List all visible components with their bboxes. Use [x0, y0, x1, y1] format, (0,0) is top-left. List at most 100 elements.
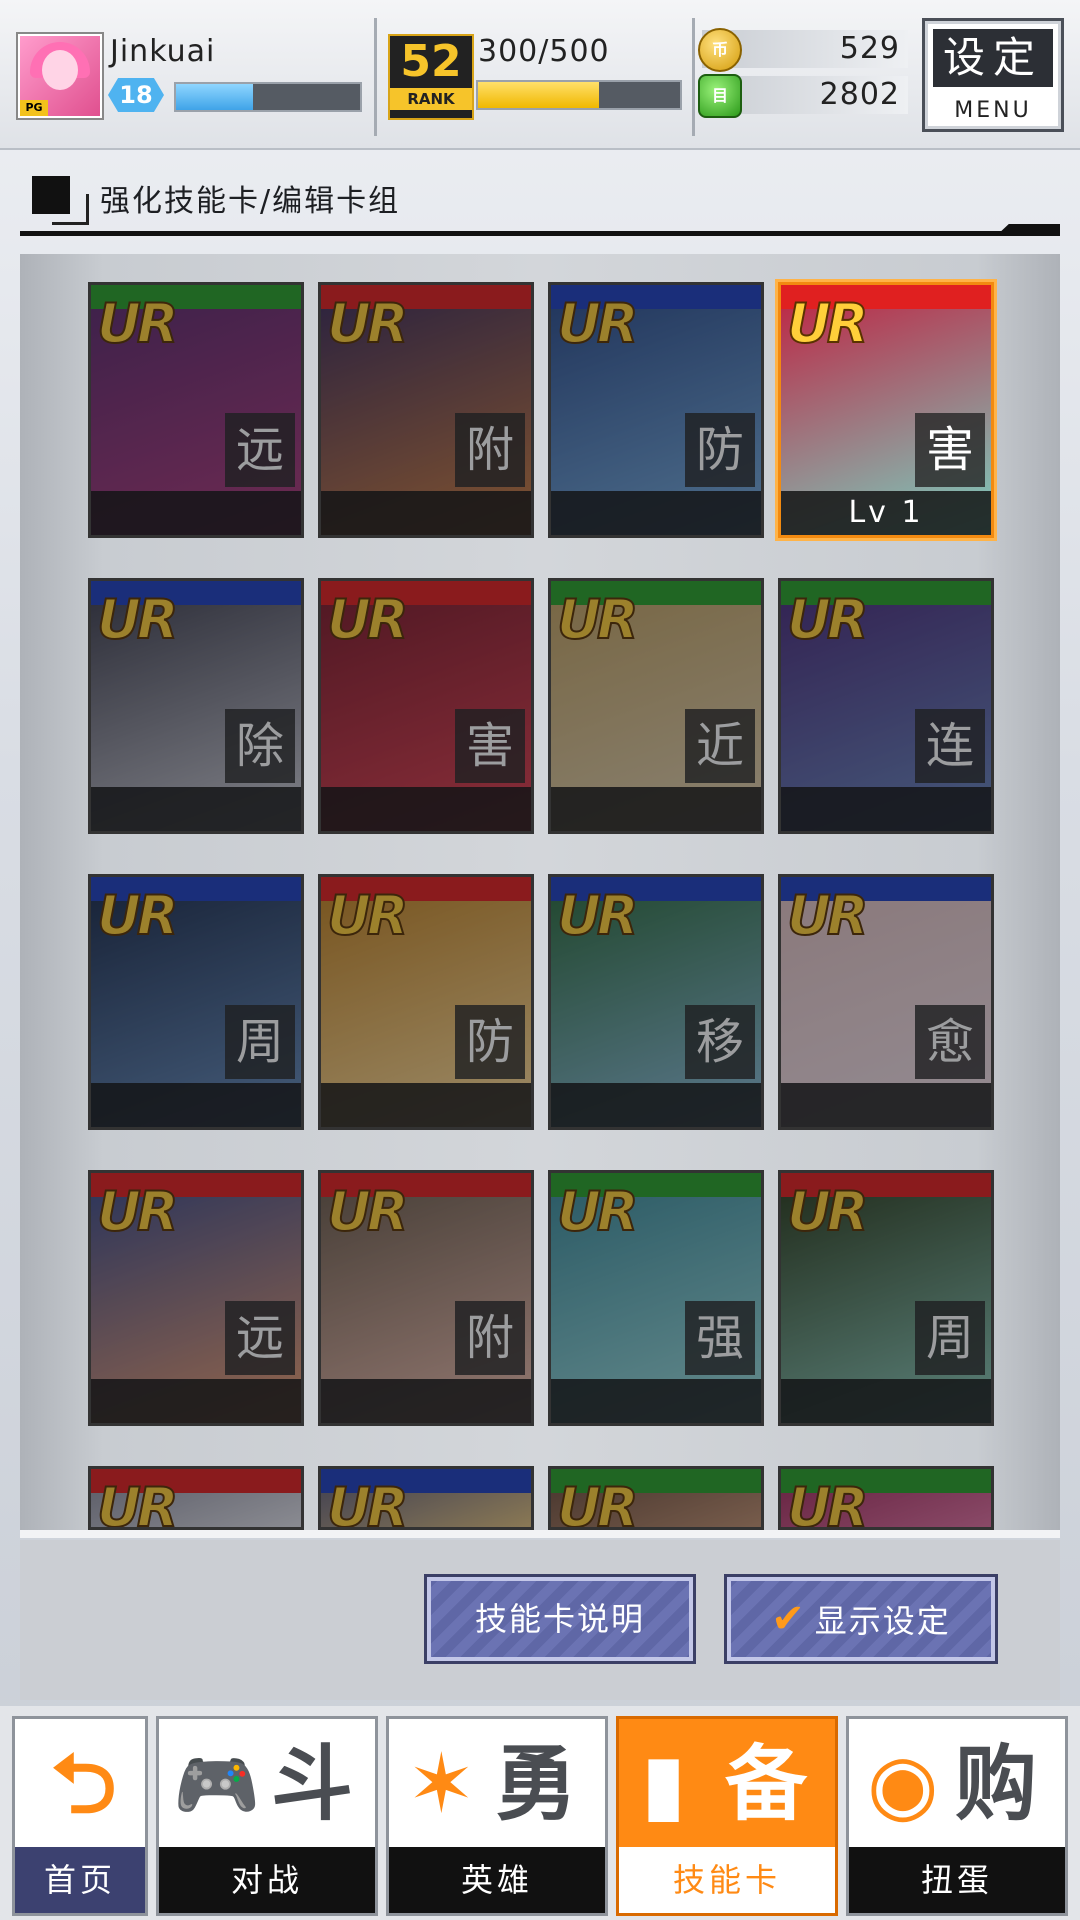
- coin-icon: 币: [698, 28, 742, 72]
- nav-gacha[interactable]: ◉ 购 扭蛋: [846, 1716, 1068, 1916]
- rank-word: RANK: [390, 88, 472, 110]
- menu-label-cn: 设定: [933, 29, 1053, 87]
- check-icon: ✔: [771, 1596, 807, 1642]
- card-dim-overlay: [321, 1469, 531, 1527]
- card-dim-overlay: [91, 1469, 301, 1527]
- gem-counter: 目 2802: [698, 74, 908, 118]
- card-dim-overlay: [551, 285, 761, 535]
- skill-card[interactable]: UR 远: [88, 282, 304, 538]
- card-stack-icon: ▮: [641, 1737, 687, 1832]
- section-title: 强化技能卡/编辑卡组: [100, 184, 401, 219]
- skill-card[interactable]: UR 附: [318, 282, 534, 538]
- avatar-badge: PG: [20, 100, 48, 116]
- skill-card[interactable]: UR: [88, 1466, 304, 1530]
- display-settings-label: 显示设定: [814, 1602, 951, 1640]
- skill-card[interactable]: UR 害: [318, 578, 534, 834]
- card-dim-overlay: [321, 1173, 531, 1423]
- skill-card[interactable]: UR 远: [88, 1170, 304, 1426]
- nav-skill-cards-glyph: 备: [725, 1737, 808, 1832]
- card-dim-overlay: [781, 1173, 991, 1423]
- nav-gacha-label: 扭蛋: [849, 1847, 1065, 1913]
- skill-card[interactable]: UR: [548, 1466, 764, 1530]
- nav-home-icon-area: ⮌: [15, 1719, 145, 1843]
- card-dim-overlay: [321, 877, 531, 1127]
- grid-bottom-border: [20, 1530, 1060, 1538]
- display-settings-button[interactable]: ✔ 显示设定: [724, 1574, 998, 1664]
- skill-card[interactable]: UR 周: [778, 1170, 994, 1426]
- gem-value: 2802: [819, 77, 900, 112]
- menu-label-en: MENU: [954, 98, 1032, 123]
- nav-battle[interactable]: 🎮 斗 对战: [156, 1716, 378, 1916]
- nav-battle-icon-area: 🎮 斗: [159, 1719, 375, 1843]
- skill-card-info-label: 技能卡说明: [474, 1600, 645, 1638]
- rank-progress-bar: [476, 80, 682, 110]
- nav-home[interactable]: ⮌ 首页: [12, 1716, 148, 1916]
- card-dim-overlay: [781, 877, 991, 1127]
- card-dim-overlay: [321, 285, 531, 535]
- return-icon: ⮌: [51, 1737, 117, 1832]
- coin-glyph: 币: [711, 40, 728, 59]
- divider: [374, 18, 377, 136]
- card-dim-overlay: [551, 581, 761, 831]
- skill-card[interactable]: UR 附: [318, 1170, 534, 1426]
- skill-card[interactable]: UR 除: [88, 578, 304, 834]
- nav-heroes[interactable]: ✶ 勇 英雄: [386, 1716, 608, 1916]
- gem-icon: 目: [698, 74, 742, 118]
- exp-progress-bar: [174, 82, 362, 112]
- divider: [692, 18, 695, 136]
- rank-number: 52: [400, 36, 462, 87]
- top-status-bar: PG Jinkuai 18 52 RANK 300/500 币 529 目 28…: [0, 0, 1080, 150]
- nav-heroes-label: 英雄: [389, 1847, 605, 1913]
- skill-card[interactable]: UR 害 Lv 1: [778, 282, 994, 538]
- player-avatar[interactable]: PG: [18, 34, 102, 118]
- card-level-bar: Lv 1: [781, 491, 991, 535]
- gamepad-icon: 🎮: [173, 1744, 261, 1826]
- card-dim-overlay: [321, 581, 531, 831]
- rank-progress-text: 300/500: [478, 34, 610, 69]
- card-dim-overlay: [91, 285, 301, 535]
- section-header: 强化技能卡/编辑卡组: [20, 170, 1060, 236]
- player-level-badge: 18: [108, 78, 164, 112]
- nav-heroes-icon-area: ✶ 勇: [389, 1719, 605, 1843]
- nav-battle-glyph: 斗: [271, 1737, 354, 1832]
- card-dim-overlay: [781, 1469, 991, 1527]
- coin-counter: 币 529: [698, 28, 908, 72]
- skill-card[interactable]: UR 移: [548, 874, 764, 1130]
- rank-icon: 52 RANK: [388, 34, 474, 120]
- player-name: Jinkuai: [110, 34, 216, 69]
- card-dim-overlay: [91, 581, 301, 831]
- skill-card[interactable]: UR: [318, 1466, 534, 1530]
- menu-button[interactable]: 设定 MENU: [922, 18, 1064, 132]
- section-underline: [20, 231, 1060, 236]
- nav-skill-cards-label: 技能卡: [619, 1847, 835, 1913]
- nav-home-label: 首页: [15, 1847, 145, 1913]
- card-dim-overlay: [551, 1173, 761, 1423]
- card-type: 害: [915, 413, 985, 487]
- card-dim-overlay: [551, 1469, 761, 1527]
- rank-progress-fill: [478, 82, 600, 108]
- gem-glyph: 目: [711, 86, 728, 105]
- avatar-face: [42, 50, 78, 90]
- skill-card[interactable]: UR 近: [548, 578, 764, 834]
- nav-gacha-icon-area: ◉ 购: [849, 1719, 1065, 1843]
- exp-progress-fill: [176, 84, 254, 110]
- nav-gacha-glyph: 购: [955, 1737, 1038, 1832]
- skill-card-grid[interactable]: UR 远 UR 附 UR 防 UR 害 Lv 1 UR 除 UR 害 UR 近 UR 连 UR 周 UR 防 UR 移 UR 愈…: [20, 254, 1060, 1532]
- skill-card-info-button[interactable]: 技能卡说明: [424, 1574, 696, 1664]
- coin-value: 529: [839, 31, 900, 66]
- nav-skill-cards[interactable]: ▮ 备 技能卡: [616, 1716, 838, 1916]
- skill-card[interactable]: UR 防: [548, 282, 764, 538]
- skill-card[interactable]: UR 强: [548, 1170, 764, 1426]
- card-dim-overlay: [91, 877, 301, 1127]
- skill-card[interactable]: UR 连: [778, 578, 994, 834]
- skill-card[interactable]: UR: [778, 1466, 994, 1530]
- gacha-capsule-icon: ◉: [867, 1737, 939, 1832]
- nav-battle-label: 对战: [159, 1847, 375, 1913]
- nav-skill-cards-icon-area: ▮ 备: [619, 1719, 835, 1843]
- skill-card[interactable]: UR 愈: [778, 874, 994, 1130]
- card-dim-overlay: [91, 1173, 301, 1423]
- section-underline-tip: [996, 224, 1060, 236]
- card-rarity: UR: [786, 292, 869, 355]
- skill-card[interactable]: UR 周: [88, 874, 304, 1130]
- skill-card[interactable]: UR 防: [318, 874, 534, 1130]
